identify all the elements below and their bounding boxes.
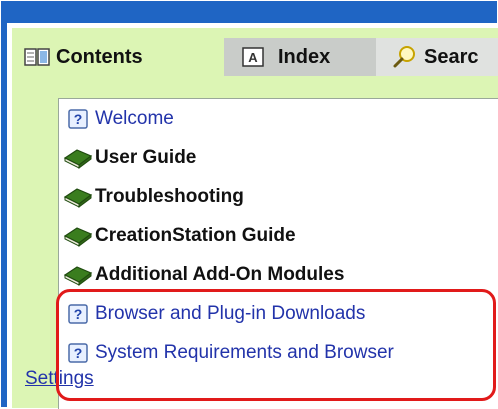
help-page-icon: ? — [63, 303, 93, 325]
toc-item-system-requirements[interactable]: ? System Requirements and Browser — [59, 339, 394, 367]
closed-book-icon — [63, 147, 93, 169]
toc-item-label: System Requirements and Browser — [95, 342, 394, 363]
svg-text:?: ? — [74, 345, 83, 361]
magnifier-icon — [392, 45, 418, 69]
svg-text:?: ? — [74, 306, 83, 322]
toc-item-label: Additional Add-On Modules — [95, 264, 345, 285]
toc-item-browser-downloads[interactable]: ? Browser and Plug-in Downloads — [59, 300, 365, 328]
toc-item-label: CreationStation Guide — [95, 225, 296, 246]
help-page-icon: ? — [63, 108, 93, 130]
svg-text:?: ? — [74, 111, 83, 127]
index-a-icon: A — [242, 47, 264, 67]
toc-item-creationstation-guide[interactable]: CreationStation Guide — [59, 222, 296, 250]
toc-item-label: User Guide — [95, 147, 197, 168]
toc-item-label: Settings — [25, 368, 94, 389]
help-window: Contents A Index Searc ? Welcome User Gu… — [0, 0, 498, 409]
toc-item-add-on-modules[interactable]: Additional Add-On Modules — [59, 261, 344, 289]
navigation-panel: Contents A Index Searc ? Welcome User Gu… — [12, 28, 498, 409]
toc-item-troubleshooting[interactable]: Troubleshooting — [59, 183, 244, 211]
svg-text:A: A — [248, 50, 258, 65]
toc-item-label: Browser and Plug-in Downloads — [95, 303, 366, 324]
closed-book-icon — [63, 186, 93, 208]
tab-bar: Contents A Index Searc — [12, 28, 498, 76]
tab-contents-label: Contents — [56, 45, 143, 68]
toc-item-settings-continuation[interactable]: Settings — [25, 365, 94, 393]
toc-item-welcome[interactable]: ? Welcome — [59, 105, 174, 133]
toc-item-label: Troubleshooting — [95, 186, 244, 207]
closed-book-icon — [63, 225, 93, 247]
toc-item-user-guide[interactable]: User Guide — [59, 144, 196, 172]
toc-item-label: Welcome — [95, 108, 174, 129]
tab-index[interactable]: A Index — [224, 38, 376, 76]
tab-search-label: Searc — [424, 45, 479, 68]
help-page-icon: ? — [63, 342, 93, 364]
tab-search[interactable]: Searc — [376, 38, 498, 76]
toc-list: ? Welcome User Guide Troubleshooting Cre… — [25, 98, 498, 409]
closed-book-icon — [63, 264, 93, 286]
tab-contents[interactable]: Contents — [12, 38, 224, 76]
book-open-icon — [24, 47, 50, 67]
tab-index-label: Index — [278, 45, 331, 68]
